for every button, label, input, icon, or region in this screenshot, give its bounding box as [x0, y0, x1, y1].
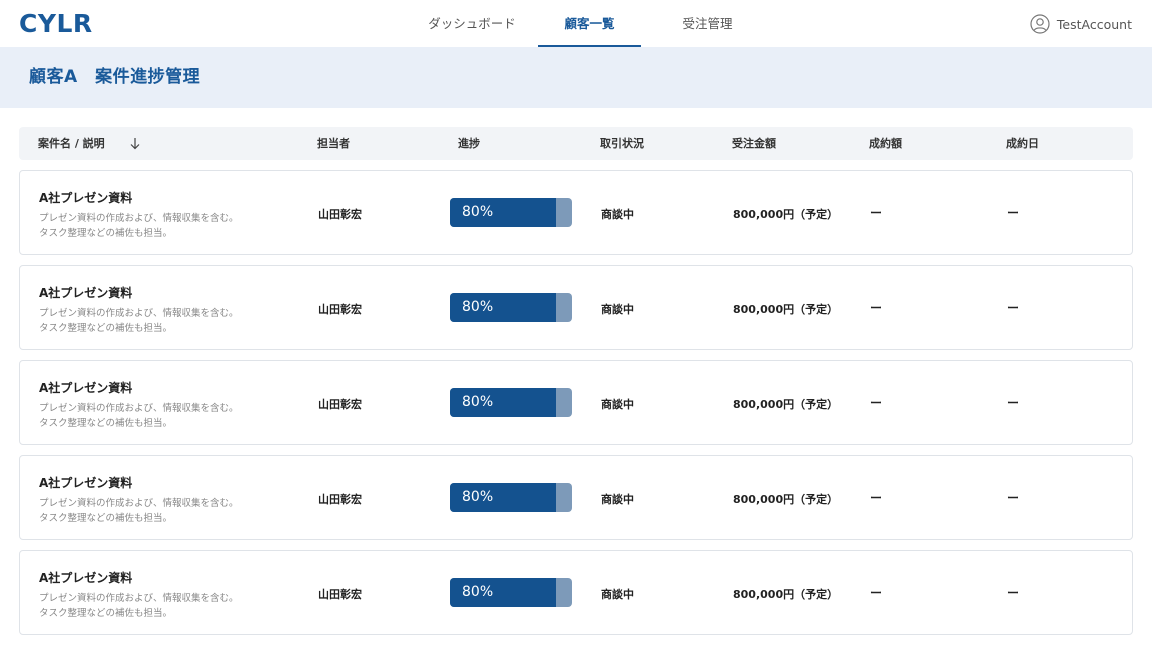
case-name[interactable]: A社プレゼン資料: [39, 189, 132, 206]
header-closed-amount: 成約額: [869, 137, 902, 150]
order-amount: 800,000円（予定）: [733, 398, 839, 411]
assignee: 山田彰宏: [318, 208, 362, 221]
header-case[interactable]: 案件名 / 説明: [38, 127, 105, 160]
page-title-band: 顧客A 案件進捗管理: [0, 47, 1152, 108]
closed-date: ー: [1007, 396, 1020, 410]
progress-bar: 80%: [450, 388, 572, 417]
header-progress: 進捗: [458, 137, 480, 150]
case-description: プレゼン資料の作成および、情報収集を含む。: [39, 308, 239, 319]
deal-status: 商談中: [601, 208, 634, 221]
case-description: タスク整理などの補佐も担当。: [39, 513, 173, 524]
table-row[interactable]: A社プレゼン資料 プレゼン資料の作成および、情報収集を含む。 タスク整理などの補…: [19, 170, 1133, 255]
progress-label: 80%: [462, 584, 494, 600]
order-amount: 800,000円（予定）: [733, 208, 839, 221]
deal-status: 商談中: [601, 303, 634, 316]
case-name[interactable]: A社プレゼン資料: [39, 474, 132, 491]
table-row[interactable]: A社プレゼン資料 プレゼン資料の作成および、情報収集を含む。 タスク整理などの補…: [19, 550, 1133, 635]
deal-status: 商談中: [601, 398, 634, 411]
case-description: プレゼン資料の作成および、情報収集を含む。: [39, 498, 239, 509]
main-nav: ダッシュボード 顧客一覧 受注管理: [0, 0, 1152, 47]
account-menu[interactable]: TestAccount: [1030, 12, 1132, 36]
progress-label: 80%: [462, 204, 494, 220]
tab-dashboard[interactable]: ダッシュボード: [418, 0, 526, 47]
order-amount: 800,000円（予定）: [733, 303, 839, 316]
progress-bar: 80%: [450, 483, 572, 512]
account-name: TestAccount: [1056, 16, 1132, 32]
header-closed-date: 成約日: [1006, 137, 1039, 150]
table-row[interactable]: A社プレゼン資料 プレゼン資料の作成および、情報収集を含む。 タスク整理などの補…: [19, 265, 1133, 350]
case-description: タスク整理などの補佐も担当。: [39, 323, 173, 334]
progress-bar: 80%: [450, 293, 572, 322]
progress-label: 80%: [462, 394, 494, 410]
case-description: プレゼン資料の作成および、情報収集を含む。: [39, 403, 239, 414]
case-name[interactable]: A社プレゼン資料: [39, 379, 132, 396]
header-assignee: 担当者: [317, 137, 350, 150]
case-description: タスク整理などの補佐も担当。: [39, 608, 173, 619]
case-name[interactable]: A社プレゼン資料: [39, 284, 132, 301]
order-amount: 800,000円（予定）: [733, 493, 839, 506]
user-circle-icon: [1030, 14, 1050, 34]
progress-label: 80%: [462, 489, 494, 505]
closed-date: ー: [1007, 206, 1020, 220]
progress-label: 80%: [462, 299, 494, 315]
closed-amount: ー: [870, 586, 883, 600]
top-header: CYLR ダッシュボード 顧客一覧 受注管理 TestAccount: [0, 0, 1152, 47]
assignee: 山田彰宏: [318, 398, 362, 411]
order-amount: 800,000円（予定）: [733, 588, 839, 601]
tab-order-management[interactable]: 受注管理: [656, 0, 759, 47]
deal-status: 商談中: [601, 588, 634, 601]
case-description: プレゼン資料の作成および、情報収集を含む。: [39, 213, 239, 224]
case-description: タスク整理などの補佐も担当。: [39, 228, 173, 239]
closed-amount: ー: [870, 491, 883, 505]
arrow-down-icon[interactable]: [129, 137, 141, 150]
closed-amount: ー: [870, 301, 883, 315]
table-row[interactable]: A社プレゼン資料 プレゼン資料の作成および、情報収集を含む。 タスク整理などの補…: [19, 455, 1133, 540]
assignee: 山田彰宏: [318, 303, 362, 316]
tab-customer-list[interactable]: 顧客一覧: [538, 0, 641, 47]
assignee: 山田彰宏: [318, 588, 362, 601]
case-description: タスク整理などの補佐も担当。: [39, 418, 173, 429]
progress-bar: 80%: [450, 578, 572, 607]
table-header: 案件名 / 説明 担当者 進捗 取引状況 受注金額 成約額 成約日: [19, 127, 1133, 160]
closed-amount: ー: [870, 206, 883, 220]
closed-date: ー: [1007, 301, 1020, 315]
header-status: 取引状況: [600, 137, 644, 150]
table-row[interactable]: A社プレゼン資料 プレゼン資料の作成および、情報収集を含む。 タスク整理などの補…: [19, 360, 1133, 445]
case-description: プレゼン資料の作成および、情報収集を含む。: [39, 593, 239, 604]
header-amount: 受注金額: [732, 137, 776, 150]
case-name[interactable]: A社プレゼン資料: [39, 569, 132, 586]
assignee: 山田彰宏: [318, 493, 362, 506]
progress-bar: 80%: [450, 198, 572, 227]
closed-date: ー: [1007, 586, 1020, 600]
closed-amount: ー: [870, 396, 883, 410]
deal-status: 商談中: [601, 493, 634, 506]
page-title: 顧客A 案件進捗管理: [29, 67, 201, 87]
closed-date: ー: [1007, 491, 1020, 505]
